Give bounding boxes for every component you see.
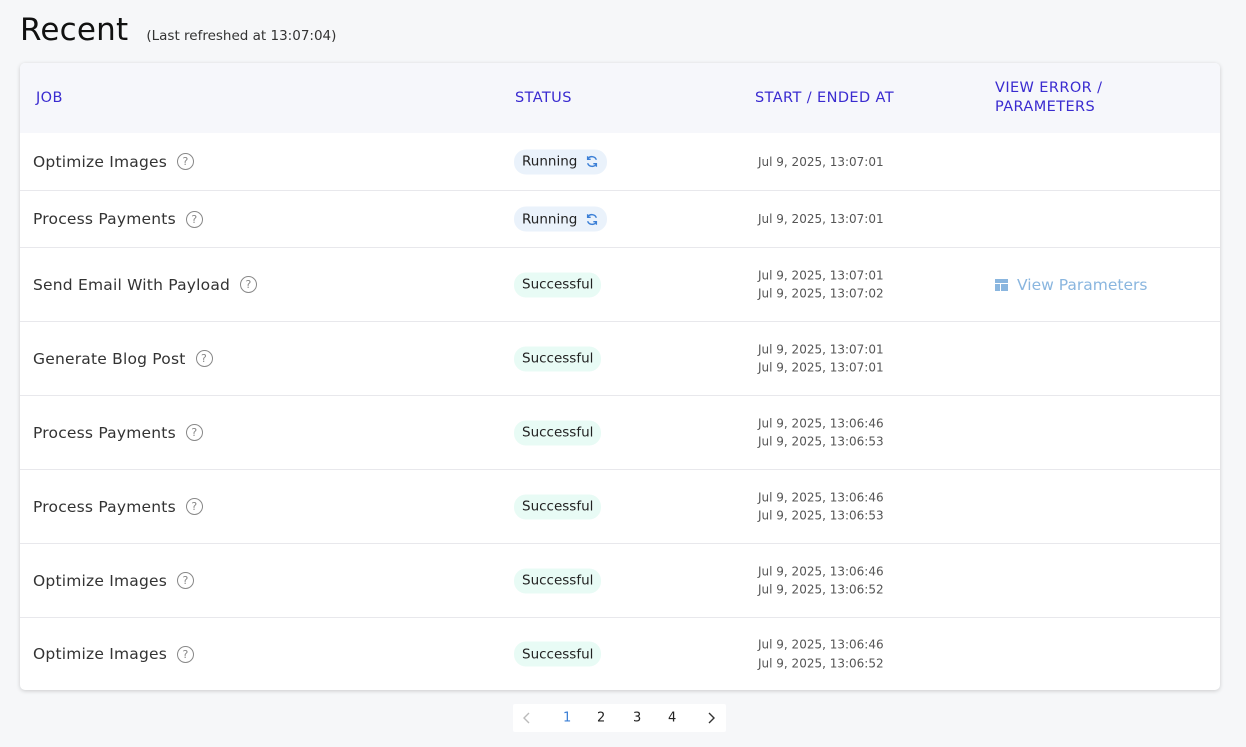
help-circle-icon[interactable]: ? [177,153,195,170]
help-circle-icon[interactable]: ? [195,350,213,367]
column-header-time: START / ENDED AT [755,90,894,106]
job-name-cell: Process Payments? [33,424,203,442]
help-circle-icon[interactable]: ? [240,276,258,293]
time-cell: Jul 9, 2025, 13:07:01 [758,152,884,171]
table-row: Optimize Images? Running Jul 9, 2025, 13:0… [20,133,1220,190]
status-label: Successful [522,276,594,293]
page-2-button[interactable]: 2 [597,711,605,726]
status-label: Successful [522,424,594,441]
layout-icon [995,278,1008,291]
page-4-button[interactable]: 4 [668,711,676,726]
help-circle-icon[interactable]: ? [185,424,203,441]
start-time: Jul 9, 2025, 13:06:46 [758,564,884,578]
table-row: Process Payments? Running Jul 9, 2025, 13:… [20,190,1220,247]
start-time: Jul 9, 2025, 13:06:46 [758,490,884,504]
column-header-status: STATUS [515,90,572,106]
jobs-table: JOB STATUS START / ENDED AT VIEW ERROR /… [20,63,1220,690]
end-time: Jul 9, 2025, 13:06:52 [758,656,884,670]
help-circle-icon[interactable]: ? [177,572,195,589]
table-body: Optimize Images? Running Jul 9, 2025, 13:0… [20,133,1220,690]
job-name: Optimize Images [33,571,168,590]
job-name-cell: Process Payments? [33,210,203,228]
refresh-icon [585,155,599,169]
job-name: Process Payments [33,497,176,516]
job-name: Process Payments [33,423,176,442]
prev-page-button[interactable] [522,712,532,724]
table-header: JOB STATUS START / ENDED AT VIEW ERROR /… [20,63,1220,133]
time-cell: Jul 9, 2025, 13:07:01 Jul 9, 2025, 13:07:… [758,266,884,303]
table-row: Generate Blog Post? Successful Jul 9, 2025… [20,321,1220,395]
time-cell: Jul 9, 2025, 13:06:46 Jul 9, 2025, 13:06:… [758,562,884,599]
table-row: Optimize Images? Successful Jul 9, 2025, 1… [20,543,1220,617]
job-name-cell: Generate Blog Post? [33,350,213,368]
job-name: Optimize Images [33,645,168,663]
status-badge: Successful [514,494,602,519]
status-label: Running [522,153,578,170]
start-time: Jul 9, 2025, 13:07:01 [758,211,884,226]
page-title: Recent [20,12,129,48]
start-time: Jul 9, 2025, 13:07:01 [758,268,884,282]
view-parameters-link[interactable]: View Parameters [995,276,1147,294]
job-name: Optimize Images [33,152,168,171]
chevron-left-icon [523,712,530,724]
time-cell: Jul 9, 2025, 13:07:01 Jul 9, 2025, 13:07:… [758,340,884,377]
status-label: Running [522,211,578,227]
time-cell: Jul 9, 2025, 13:06:46 Jul 9, 2025, 13:06:… [758,488,884,525]
job-name: Send Email With Payload [33,275,231,294]
view-parameters-label: View Parameters [1017,275,1148,294]
status-badge: Running [514,206,608,232]
table-row: Process Payments? Successful Jul 9, 2025, … [20,395,1220,469]
end-time: Jul 9, 2025, 13:07:02 [758,286,884,301]
table-row: Send Email With Payload? Successful Jul 9,… [20,247,1220,321]
page-header: Recent (Last refreshed at 13:07:04) [20,12,336,48]
status-badge: Successful [514,641,602,667]
help-circle-icon[interactable]: ? [177,645,195,663]
help-circle-icon[interactable]: ? [185,210,203,228]
job-name-cell: Optimize Images? [33,152,195,171]
end-time: Jul 9, 2025, 13:06:53 [758,434,884,449]
end-time: Jul 9, 2025, 13:06:52 [758,582,884,597]
column-header-job: JOB [36,90,63,106]
column-header-view: VIEW ERROR / PARAMETERS [995,80,1103,115]
last-refreshed-label: (Last refreshed at 13:07:04) [146,28,337,44]
help-circle-icon[interactable]: ? [185,498,203,515]
status-label: Successful [522,498,594,515]
job-name-cell: Optimize Images? [33,645,195,663]
status-badge: Successful [514,272,602,297]
next-page-button[interactable] [706,712,716,724]
status-badge: Successful [514,568,602,593]
start-time: Jul 9, 2025, 13:06:46 [758,637,884,652]
status-badge: Running [514,149,608,174]
job-name-cell: Optimize Images? [33,571,195,590]
time-cell: Jul 9, 2025, 13:07:01 [758,210,884,229]
table-row: Optimize Images? Successful Jul 9, 2025, 1… [20,617,1220,690]
job-name-cell: Send Email With Payload? [33,275,258,294]
status-badge: Successful [514,346,602,371]
start-time: Jul 9, 2025, 13:07:01 [758,342,884,356]
end-time: Jul 9, 2025, 13:06:53 [758,508,884,523]
status-badge: Successful [514,420,602,445]
job-name: Process Payments [33,210,176,228]
table-row: Process Payments? Successful Jul 9, 2025, … [20,469,1220,543]
page-1-button[interactable]: 1 [563,711,571,726]
status-label: Successful [522,350,594,367]
job-name-cell: Process Payments? [33,498,203,516]
refresh-icon [585,212,599,226]
status-label: Successful [522,646,594,662]
time-cell: Jul 9, 2025, 13:06:46 Jul 9, 2025, 13:06:… [758,414,884,451]
chevron-right-icon [708,712,715,724]
page-3-button[interactable]: 3 [633,711,641,726]
time-cell: Jul 9, 2025, 13:06:46 Jul 9, 2025, 13:06:… [758,636,884,673]
status-label: Successful [522,572,594,589]
pagination: 1 2 3 4 [513,704,726,732]
job-name: Generate Blog Post [33,349,186,368]
start-time: Jul 9, 2025, 13:07:01 [758,154,884,169]
start-time: Jul 9, 2025, 13:06:46 [758,416,884,430]
end-time: Jul 9, 2025, 13:07:01 [758,360,884,375]
